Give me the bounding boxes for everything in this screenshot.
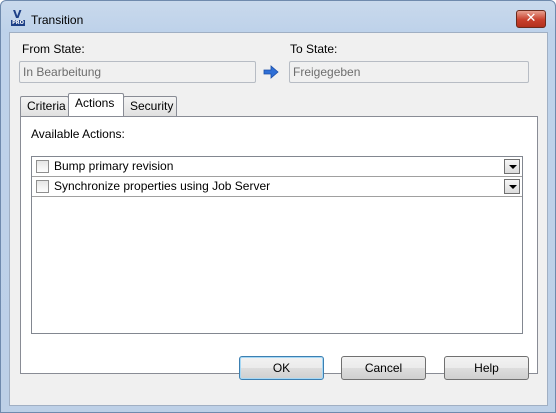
title-bar[interactable]: V PRO Transition ✕ (1, 1, 555, 32)
chevron-down-icon[interactable] (504, 179, 520, 194)
cancel-button[interactable]: Cancel (341, 356, 426, 380)
help-button[interactable]: Help (444, 356, 529, 380)
from-state-field: In Bearbeitung (19, 61, 256, 83)
list-item[interactable]: Bump primary revision (32, 157, 522, 177)
dialog-body: From State: In Bearbeitung To State: Fre… (9, 32, 548, 406)
to-state-field: Freigegeben (289, 61, 529, 83)
arrow-right-icon (263, 65, 279, 79)
actions-list[interactable]: Bump primary revision Synchronize proper… (31, 156, 523, 334)
to-state-label: To State: (290, 42, 338, 56)
chevron-down-icon[interactable] (504, 159, 520, 174)
from-state-label: From State: (22, 42, 85, 56)
ok-button[interactable]: OK (239, 356, 324, 380)
close-button[interactable]: ✕ (516, 10, 546, 28)
tab-security[interactable]: Security (123, 96, 177, 116)
list-item[interactable]: Synchronize properties using Job Server (32, 177, 522, 197)
transition-dialog: V PRO Transition ✕ From State: In Bearbei… (0, 0, 556, 413)
window-title: Transition (31, 13, 84, 27)
sync-properties-checkbox[interactable] (36, 180, 49, 193)
tab-criteria[interactable]: Criteria (20, 96, 69, 116)
available-actions-heading: Available Actions: (31, 127, 125, 141)
tab-actions[interactable]: Actions (68, 93, 124, 116)
vault-pro-icon: V PRO (11, 8, 25, 26)
action-label: Synchronize properties using Job Server (54, 179, 271, 193)
actions-tab-panel: Available Actions: Bump primary revision… (20, 116, 538, 374)
action-label: Bump primary revision (54, 159, 174, 173)
bump-revision-checkbox[interactable] (36, 160, 49, 173)
